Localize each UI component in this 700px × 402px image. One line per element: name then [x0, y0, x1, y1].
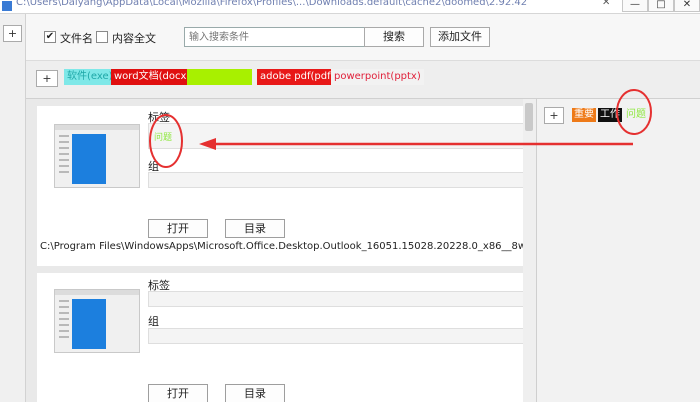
- search-button[interactable]: 搜索: [364, 27, 424, 47]
- directory-button[interactable]: 目录: [225, 384, 285, 402]
- right-tag-work[interactable]: 工作: [598, 108, 622, 122]
- left-add-button[interactable]: +: [3, 25, 22, 42]
- add-file-button[interactable]: 添加文件: [430, 27, 490, 47]
- tag-field[interactable]: [148, 291, 528, 307]
- tag-docx[interactable]: word文档(docx): [111, 69, 194, 85]
- search-toolbar: ✔ 文件名 内容全文 ✖ 搜索 添加文件: [26, 14, 700, 61]
- file-card: 标签 问题 组 打开 目录 C:\Program Files\WindowsAp…: [37, 106, 536, 266]
- open-button[interactable]: 打开: [148, 219, 208, 238]
- file-card: 标签 组 打开 目录: [37, 273, 528, 402]
- filename-checkbox[interactable]: ✔: [44, 31, 56, 43]
- search-box: ✖: [184, 27, 384, 47]
- right-add-button[interactable]: +: [544, 107, 564, 124]
- tag-exe[interactable]: 软件(exe): [64, 69, 116, 85]
- pin-icon[interactable]: ✕: [602, 0, 610, 8]
- group-field[interactable]: [148, 172, 528, 188]
- file-list: 标签 问题 组 打开 目录 C:\Program Files\WindowsAp…: [26, 99, 536, 402]
- fulltext-label: 内容全文: [112, 32, 156, 45]
- tagbar-add-button[interactable]: +: [36, 70, 58, 87]
- right-tag-problem[interactable]: 问题: [624, 108, 648, 122]
- minimize-button[interactable]: —: [622, 0, 648, 12]
- right-tag-important[interactable]: 重要: [572, 108, 596, 122]
- scrollbar-thumb[interactable]: [525, 103, 533, 131]
- directory-button[interactable]: 目录: [225, 219, 285, 238]
- group-field-label: 组: [148, 315, 159, 328]
- tag-bar: + 软件(exe) word文档(docx) adobe pdf(pdf) po…: [26, 61, 700, 99]
- maximize-button[interactable]: □: [648, 0, 674, 12]
- list-scrollbar[interactable]: [523, 99, 536, 402]
- app-icon: [2, 1, 12, 11]
- close-button[interactable]: ✕: [674, 0, 700, 12]
- card-tag-value: 问题: [154, 133, 173, 143]
- tag-pptx[interactable]: powerpoint(pptx): [331, 69, 424, 85]
- window-path: C:\Users\Daiyang\AppData\Local\Mozilla\F…: [16, 0, 528, 8]
- tag-field[interactable]: 问题: [148, 123, 528, 149]
- fulltext-checkbox[interactable]: [96, 31, 108, 43]
- tag-pdf[interactable]: adobe pdf(pdf): [257, 69, 338, 85]
- file-thumbnail: [54, 124, 140, 188]
- right-tag-panel: + 重要 工作 问题: [536, 99, 700, 402]
- filename-label: 文件名: [60, 32, 93, 45]
- file-thumbnail: [54, 289, 140, 353]
- title-bar: C:\Users\Daiyang\AppData\Local\Mozilla\F…: [0, 0, 700, 14]
- left-strip: +: [0, 14, 26, 402]
- tag-highlight[interactable]: [187, 69, 252, 85]
- search-input[interactable]: [185, 28, 365, 46]
- file-path: C:\Program Files\WindowsApps\Microsoft.O…: [40, 241, 536, 252]
- open-button[interactable]: 打开: [148, 384, 208, 402]
- group-field[interactable]: [148, 328, 528, 344]
